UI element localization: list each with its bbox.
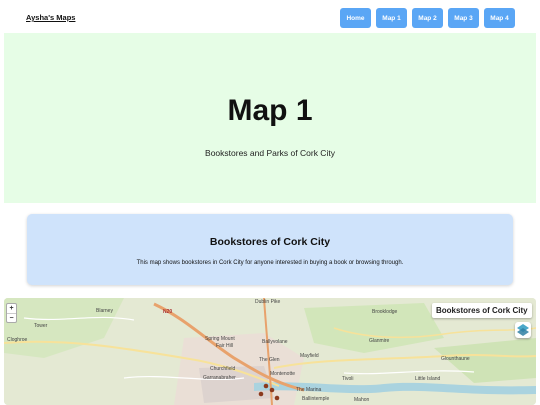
bookstore-marker[interactable] [274, 395, 280, 401]
map-title-label: Bookstores of Cork City [432, 303, 532, 318]
layers-icon [517, 324, 529, 336]
zoom-in-button[interactable]: + [7, 304, 16, 313]
map-place-label: Fair Hill [216, 343, 233, 349]
top-navbar: Aysha's Maps Home Map 1 Map 2 Map 3 Map … [0, 0, 540, 34]
nav-button-map-4[interactable]: Map 4 [484, 8, 515, 28]
map-place-label: Tivoli [342, 376, 354, 382]
map-place-label: Ballyvolane [262, 339, 288, 345]
map-place-label: The Glen [259, 357, 280, 363]
nav-button-home[interactable]: Home [340, 8, 371, 28]
map-place-label: Glounthaune [441, 356, 470, 362]
map-place-label: The Marina [296, 387, 322, 393]
zoom-out-button[interactable]: − [7, 314, 16, 323]
map-place-label: Cloghroe [7, 337, 28, 343]
info-card-text: This map shows bookstores in Cork City f… [136, 260, 404, 266]
site-brand-link[interactable]: Aysha's Maps [26, 13, 75, 22]
map-place-label: Mahon [354, 397, 370, 403]
page-subtitle: Bookstores and Parks of Cork City [205, 148, 335, 158]
map-place-label: Garranabraher [203, 375, 236, 381]
bookstore-marker[interactable] [258, 391, 264, 397]
map-place-label: Little Island [415, 376, 441, 382]
layers-button[interactable] [515, 322, 531, 338]
bookstore-marker[interactable] [269, 387, 275, 393]
map-place-label: Churchfield [210, 366, 236, 372]
map-place-label: Tower [34, 323, 48, 329]
map-place-label: Montenotte [270, 371, 296, 377]
info-card-title: Bookstores of Cork City [209, 236, 331, 248]
map-place-label: Spring Mount [205, 336, 235, 342]
map-zoom-control: + − [6, 303, 17, 323]
map-place-label: Dublin Pike [255, 299, 281, 305]
map-road-label: N20 [163, 309, 173, 315]
map-place-label: Brooklodge [372, 309, 398, 315]
info-card: Bookstores of Cork City This map shows b… [27, 214, 513, 285]
map-place-label: Mayfield [300, 353, 319, 359]
map-place-label: Ballintemple [302, 396, 330, 402]
nav-button-map-2[interactable]: Map 2 [412, 8, 443, 28]
map-place-label: Glanmire [369, 338, 390, 344]
hero-section: Map 1 Bookstores and Parks of Cork City [4, 33, 536, 203]
page-title: Map 1 [227, 94, 313, 127]
bookstore-marker[interactable] [263, 383, 269, 389]
map-place-label: Blarney [96, 308, 113, 314]
nav-button-map-1[interactable]: Map 1 [376, 8, 407, 28]
nav-button-map-3[interactable]: Map 3 [448, 8, 479, 28]
